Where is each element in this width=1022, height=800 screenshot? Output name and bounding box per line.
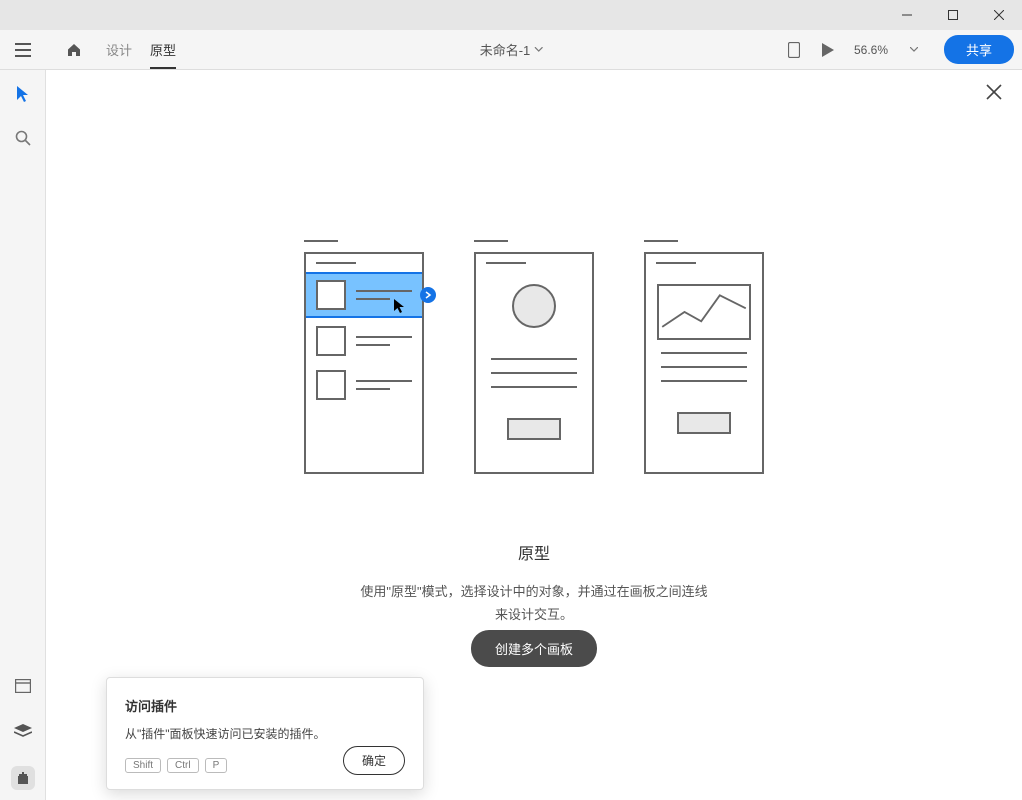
mode-tabs: 设计 原型 (106, 30, 176, 69)
illus-header-line (656, 262, 696, 264)
illus-text-line (661, 380, 747, 382)
illus-thumb-icon (316, 326, 346, 356)
layers-button[interactable] (11, 720, 35, 744)
canvas-area[interactable]: 原型 使用"原型"模式，选择设计中的对象，并通过在画板之间连线 来设计交互。 创… (46, 70, 1022, 800)
illus-chart-icon (657, 284, 751, 340)
close-panel-button[interactable] (986, 84, 1004, 102)
illus-artboard-frame (474, 252, 594, 474)
illus-thumb-icon (316, 370, 346, 400)
select-tool[interactable] (13, 84, 33, 104)
illus-artboard-frame (304, 252, 424, 474)
prototype-illustration (304, 240, 764, 474)
window-close-button[interactable] (976, 0, 1022, 30)
illus-artboard-2 (474, 240, 594, 474)
illus-thumb-icon (316, 280, 346, 310)
left-toolbar-bottom (11, 674, 35, 790)
share-button[interactable]: 共享 (944, 35, 1014, 64)
illus-artboard-frame (644, 252, 764, 474)
illus-text-line (491, 386, 577, 388)
tip-title: 访问插件 (125, 696, 405, 715)
empty-state-title: 原型 (518, 540, 550, 564)
illus-text-line (661, 352, 747, 354)
illus-header-line (486, 262, 526, 264)
illus-text-line (491, 372, 577, 374)
illus-button-shape (677, 412, 731, 434)
tip-body: 从"插件"面板快速访问已安装的插件。 (125, 725, 405, 742)
empty-state-description: 使用"原型"模式，选择设计中的对象，并通过在画板之间连线 来设计交互。 (360, 580, 707, 627)
key-p: P (205, 758, 228, 773)
left-toolbar (0, 70, 46, 800)
illus-artboard-1 (304, 240, 424, 474)
play-button[interactable] (820, 42, 836, 58)
illus-artboard-title-line (474, 240, 508, 242)
key-shift: Shift (125, 758, 161, 773)
illus-list-row (316, 326, 412, 356)
tip-popup: 访问插件 从"插件"面板快速访问已安装的插件。 Shift Ctrl P 确定 (106, 677, 424, 790)
home-button[interactable] (54, 35, 94, 65)
document-title-dropdown[interactable]: 未命名-1 (480, 40, 543, 59)
chevron-down-icon (910, 47, 918, 52)
toolbar-right: 56.6% 共享 (786, 35, 1014, 64)
illus-button-shape (507, 418, 561, 440)
window-titlebar (0, 0, 1022, 30)
prototype-wire-handle-icon (420, 287, 436, 303)
top-toolbar: 设计 原型 未命名-1 56.6% 共享 (0, 30, 1022, 70)
window-minimize-button[interactable] (884, 0, 930, 30)
zoom-dropdown[interactable]: 56.6% (854, 43, 926, 57)
search-tool[interactable] (13, 128, 33, 148)
plugins-button[interactable] (11, 766, 35, 790)
tab-design[interactable]: 设计 (106, 30, 132, 69)
illus-header-line (316, 262, 356, 264)
illus-artboard-title-line (304, 240, 338, 242)
illus-text-line (661, 366, 747, 368)
menu-button[interactable] (8, 35, 38, 65)
key-ctrl: Ctrl (167, 758, 199, 773)
illus-text-line (491, 358, 577, 360)
tab-prototype[interactable]: 原型 (150, 30, 176, 69)
cursor-icon (393, 299, 405, 313)
illus-list-row (316, 370, 412, 400)
illus-circle-icon (512, 284, 556, 328)
workspace: 原型 使用"原型"模式，选择设计中的对象，并通过在画板之间连线 来设计交互。 创… (0, 70, 1022, 800)
illus-artboard-title-line (644, 240, 678, 242)
document-title-text: 未命名-1 (480, 40, 531, 59)
libraries-button[interactable] (11, 674, 35, 698)
chevron-down-icon (534, 47, 542, 52)
device-preview-button[interactable] (786, 42, 802, 58)
tip-ok-button[interactable]: 确定 (343, 746, 405, 775)
window-maximize-button[interactable] (930, 0, 976, 30)
illus-selected-row (306, 272, 422, 318)
illus-artboard-3 (644, 240, 764, 474)
zoom-value: 56.6% (854, 43, 888, 57)
create-artboards-button[interactable]: 创建多个画板 (471, 630, 597, 667)
